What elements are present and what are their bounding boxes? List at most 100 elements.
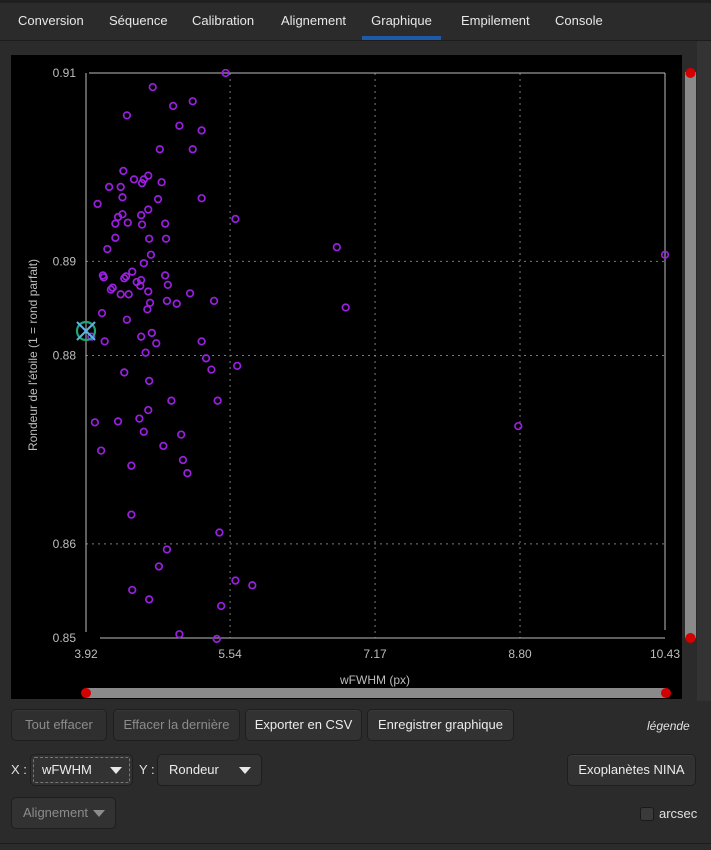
- data-point[interactable]: [141, 348, 150, 357]
- data-point[interactable]: [231, 214, 240, 224]
- data-point[interactable]: [152, 339, 161, 348]
- data-point[interactable]: [139, 259, 148, 268]
- data-point[interactable]: [143, 305, 152, 314]
- source-combo[interactable]: Alignement: [11, 797, 116, 829]
- data-point[interactable]: [135, 414, 144, 423]
- x-slider-max-handle[interactable]: [661, 688, 671, 698]
- data-point[interactable]: [188, 145, 197, 154]
- y-axis-combo[interactable]: Rondeur: [157, 754, 262, 786]
- data-point[interactable]: [332, 243, 341, 252]
- data-point[interactable]: [185, 289, 195, 298]
- data-point[interactable]: [215, 528, 224, 537]
- data-point[interactable]: [144, 171, 153, 180]
- data-point[interactable]: [153, 195, 163, 204]
- data-point[interactable]: [197, 126, 206, 135]
- data-point[interactable]: [209, 296, 219, 306]
- data-point[interactable]: [111, 233, 120, 242]
- arcsec-checkbox[interactable]: [640, 807, 654, 821]
- data-point[interactable]: [157, 178, 166, 187]
- data-point[interactable]: [161, 234, 171, 243]
- x-slider-min-handle[interactable]: [81, 688, 91, 698]
- data-point[interactable]: [197, 194, 206, 203]
- data-point[interactable]: [231, 576, 240, 585]
- data-point[interactable]: [161, 219, 170, 228]
- data-point[interactable]: [514, 421, 523, 431]
- data-point[interactable]: [217, 601, 226, 611]
- data-point[interactable]: [127, 510, 136, 519]
- data-point[interactable]: [144, 376, 154, 386]
- data-point[interactable]: [129, 175, 139, 184]
- data-point[interactable]: [155, 145, 164, 154]
- data-point[interactable]: [183, 469, 192, 478]
- data-point[interactable]: [167, 396, 176, 405]
- data-point[interactable]: [175, 630, 184, 639]
- data-point[interactable]: [233, 361, 242, 371]
- data-point[interactable]: [172, 299, 181, 308]
- data-point[interactable]: [144, 234, 154, 243]
- y-slider-track[interactable]: [685, 72, 696, 638]
- data-point[interactable]: [96, 446, 106, 455]
- data-point[interactable]: [93, 199, 102, 209]
- x-range-slider[interactable]: [81, 688, 671, 698]
- data-point[interactable]: [128, 585, 137, 595]
- data-point[interactable]: [128, 267, 137, 276]
- clear-last-button[interactable]: Effacer la dernière: [113, 709, 240, 741]
- scatter-chart[interactable]: 3.92 5.54 7.17 8.80 10.43 0.85 0.86 0.88 0.89 0.9…: [0, 0, 711, 700]
- data-point[interactable]: [341, 303, 350, 312]
- data-point[interactable]: [175, 121, 184, 130]
- data-point[interactable]: [111, 219, 120, 228]
- data-point[interactable]: [120, 368, 129, 377]
- data-point[interactable]: [248, 581, 257, 590]
- data-point[interactable]: [147, 328, 156, 338]
- data-point[interactable]: [145, 298, 155, 307]
- data-point[interactable]: [144, 595, 154, 604]
- data-point[interactable]: [213, 396, 222, 405]
- data-point[interactable]: [162, 296, 172, 306]
- data-point[interactable]: [104, 182, 114, 192]
- export-csv-button[interactable]: Exporter en CSV: [245, 709, 362, 741]
- data-point[interactable]: [100, 337, 109, 346]
- y-slider-max-handle[interactable]: [685, 68, 696, 78]
- data-point[interactable]: [119, 166, 128, 176]
- data-point[interactable]: [207, 365, 216, 374]
- data-point[interactable]: [163, 280, 172, 290]
- data-point[interactable]: [188, 97, 197, 106]
- clear-all-button[interactable]: Tout effacer: [11, 709, 107, 741]
- x-axis-combo[interactable]: wFWHM: [30, 754, 133, 786]
- save-plot-button[interactable]: Enregistrer graphique: [367, 709, 514, 741]
- data-point[interactable]: [124, 290, 133, 299]
- data-point[interactable]: [169, 101, 178, 111]
- data-point[interactable]: [136, 211, 146, 220]
- data-point[interactable]: [201, 354, 211, 363]
- data-point[interactable]: [90, 418, 100, 427]
- data-point[interactable]: [197, 337, 206, 346]
- data-point[interactable]: [212, 634, 221, 644]
- data-point[interactable]: [123, 218, 132, 227]
- data-point[interactable]: [146, 250, 156, 259]
- data-point[interactable]: [161, 271, 170, 280]
- data-point[interactable]: [122, 315, 132, 324]
- data-point[interactable]: [144, 405, 153, 415]
- data-point[interactable]: [178, 455, 188, 465]
- data-point[interactable]: [177, 430, 186, 439]
- legend-toggle-label[interactable]: légende: [647, 719, 690, 733]
- x-slider-track[interactable]: [86, 688, 666, 698]
- nina-exoplanets-button[interactable]: Exoplanètes NINA: [567, 754, 696, 786]
- data-point[interactable]: [116, 290, 125, 299]
- data-point[interactable]: [148, 82, 157, 92]
- y-range-slider[interactable]: [685, 68, 696, 643]
- data-point[interactable]: [162, 545, 172, 554]
- y-slider-min-handle[interactable]: [685, 633, 696, 643]
- data-point[interactable]: [144, 205, 153, 214]
- data-point[interactable]: [136, 332, 146, 341]
- data-point[interactable]: [113, 417, 123, 426]
- data-point[interactable]: [127, 461, 136, 470]
- data-point[interactable]: [139, 427, 148, 436]
- data-point[interactable]: [144, 287, 153, 296]
- data-point[interactable]: [154, 562, 164, 571]
- data-point[interactable]: [159, 441, 168, 451]
- data-point[interactable]: [103, 244, 112, 254]
- data-point[interactable]: [116, 182, 125, 192]
- data-point[interactable]: [137, 220, 147, 229]
- data-point[interactable]: [122, 111, 132, 120]
